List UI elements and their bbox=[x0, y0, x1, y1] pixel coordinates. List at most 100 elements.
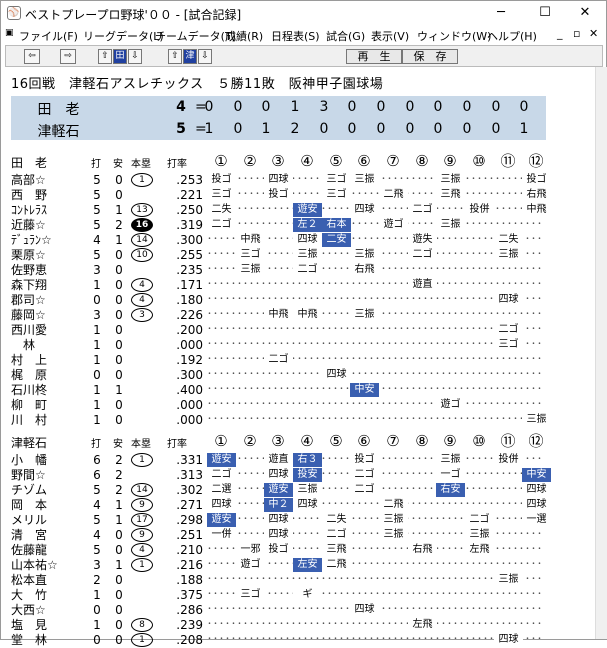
player-name[interactable]: 梶 原 bbox=[11, 368, 81, 383]
menu-team[interactable]: チームデータ(T) bbox=[155, 28, 236, 44]
scroll-up-home-button[interactable]: ⇧ bbox=[168, 49, 182, 64]
player-row[interactable]: 藤岡☆303.226･･････････････････････････････… bbox=[11, 308, 551, 323]
player-row[interactable]: ｺﾝﾄﾚﾗｽ5113.250･･････････････････････････… bbox=[11, 203, 551, 218]
mdi-minimize-button[interactable]: _ bbox=[557, 27, 563, 40]
player-row[interactable]: 岡 本 4 1 9 .271 ･･････････････････････････････… bbox=[11, 498, 551, 513]
plate-appearance: 三振 bbox=[350, 248, 379, 262]
player-name[interactable]: 山本祐☆ bbox=[11, 558, 81, 573]
dotted-leader: ････････････････････････････････････････… bbox=[207, 324, 543, 335]
prev-game-button[interactable]: ⇦ bbox=[24, 49, 40, 64]
player-name[interactable]: 高部☆ bbox=[11, 173, 81, 188]
player-row[interactable]: 塩 見 1 0 8 .239 ･･････････････････････････････… bbox=[11, 618, 551, 633]
player-row[interactable]: 栗原☆5010.255･････････････････････････････… bbox=[11, 248, 551, 263]
inning-score: 0 bbox=[491, 121, 501, 137]
menu-stats[interactable]: 成績(R) bbox=[225, 28, 263, 44]
player-average: .192 bbox=[176, 353, 203, 367]
player-row[interactable]: メリル 5 1 17.298 ･････････････････････････････… bbox=[11, 513, 551, 528]
player-row[interactable]: 野間☆62.313･･･････････････････････････････… bbox=[11, 468, 551, 483]
maximize-button[interactable]: ☐ bbox=[525, 3, 565, 23]
player-row[interactable]: 高部☆501.253･･････････････････････････････… bbox=[11, 173, 551, 188]
player-name[interactable]: 川 村 bbox=[11, 413, 81, 428]
player-name[interactable]: 小 幡 bbox=[11, 453, 81, 468]
player-at-bats: 6 bbox=[93, 468, 101, 482]
player-home-runs bbox=[131, 588, 153, 602]
player-name[interactable]: メリル bbox=[11, 513, 81, 528]
player-name[interactable]: 大西☆ bbox=[11, 603, 81, 618]
player-name[interactable]: 堂 林 bbox=[11, 633, 81, 648]
player-name[interactable]: 清 宮 bbox=[11, 528, 81, 543]
player-row[interactable]: 松本直 2 0 .188 ･･･････････････････････････････… bbox=[11, 573, 551, 588]
player-name[interactable]: 佐野恵 bbox=[11, 263, 81, 278]
player-home-runs: 9 bbox=[131, 498, 153, 512]
player-row[interactable]: 村 上 1 0 .192 ･･･････････････････････････････… bbox=[11, 353, 551, 368]
player-row[interactable]: 小 幡621.331･･････････････････････････････… bbox=[11, 453, 551, 468]
player-row[interactable]: 大西☆00.286･･･････････････････････････････… bbox=[11, 603, 551, 618]
player-name[interactable]: ｺﾝﾄﾚﾗｽ bbox=[11, 203, 81, 218]
team-away-button[interactable]: 田 bbox=[113, 49, 127, 64]
player-name[interactable]: 岡 本 bbox=[11, 498, 81, 513]
player-row[interactable]: 西 野 5 0 .221 ･･･････････････････････････････… bbox=[11, 188, 551, 203]
player-row[interactable]: 山本祐☆ 3 1 1.216 ･････････････････････････････… bbox=[11, 558, 551, 573]
player-row[interactable]: ﾃﾞｭﾗﾝ☆ 4 1 14.300 ･･････････････････････････… bbox=[11, 233, 551, 248]
player-row[interactable]: 大 竹 1 0.375 ･･･････････････････････････････… bbox=[11, 588, 551, 603]
player-row[interactable]: 佐野恵30.235･･･････････････････････････････… bbox=[11, 263, 551, 278]
player-name[interactable]: 近藤☆ bbox=[11, 218, 81, 233]
player-row[interactable]: 堂 林 0 0 1.208 ･･････････････････････････････… bbox=[11, 633, 551, 648]
close-button[interactable]: ✕ bbox=[565, 3, 605, 23]
menu-schedule[interactable]: 日程表(S) bbox=[271, 28, 320, 44]
player-name[interactable]: 藤岡☆ bbox=[11, 308, 81, 323]
player-row[interactable]: 柳 町 1 0 .000 ･･･････････････････････････････… bbox=[11, 398, 551, 413]
plate-appearance: 三振 bbox=[436, 218, 465, 232]
team-name-header: 津軽石 bbox=[11, 436, 48, 450]
player-name[interactable]: 林 bbox=[11, 338, 81, 353]
player-name[interactable]: 栗原☆ bbox=[11, 248, 81, 263]
menu-view[interactable]: 表示(V) bbox=[371, 28, 409, 44]
player-row[interactable]: チゾム5214.302･････････････････････････････… bbox=[11, 483, 551, 498]
minimize-button[interactable]: ─ bbox=[481, 3, 521, 23]
menu-game[interactable]: 試合(G) bbox=[326, 28, 365, 44]
player-row[interactable]: 梶 原 0 0 .300 ･･･････････････････････････････… bbox=[11, 368, 551, 383]
replay-button[interactable]: 再 生 bbox=[346, 49, 402, 64]
player-name[interactable]: 村 上 bbox=[11, 353, 81, 368]
player-name[interactable]: 西 野 bbox=[11, 188, 81, 203]
player-name[interactable]: 塩 見 bbox=[11, 618, 81, 633]
menu-league[interactable]: リーグデータ(L) bbox=[83, 28, 164, 44]
mdi-close-button[interactable]: ✕ bbox=[589, 27, 598, 40]
player-row[interactable]: 森下翔 1 0 4 .171 ･･････････････････････････････… bbox=[11, 278, 551, 293]
player-name[interactable]: 柳 町 bbox=[11, 398, 81, 413]
player-hits: 2 bbox=[115, 218, 123, 232]
doc-icon[interactable]: ▣ bbox=[5, 28, 14, 38]
player-name[interactable]: 森下翔 bbox=[11, 278, 81, 293]
player-row[interactable]: 川 村 1 0 .000 ･･･････････････････････････････… bbox=[11, 413, 551, 428]
team-home-button[interactable]: 津 bbox=[183, 49, 197, 64]
mdi-restore-button[interactable]: ▫ bbox=[573, 27, 580, 40]
scroll-up-away-button[interactable]: ⇧ bbox=[98, 49, 112, 64]
save-button[interactable]: 保 存 bbox=[402, 49, 458, 64]
inning-header: ⑥ bbox=[357, 432, 371, 450]
player-row[interactable]: 清 宮 4 0 9.251 ･･････････････････････････････… bbox=[11, 528, 551, 543]
player-name[interactable]: 佐藤龍 bbox=[11, 543, 81, 558]
player-name[interactable]: 石川柊 bbox=[11, 383, 81, 398]
player-name[interactable]: ﾃﾞｭﾗﾝ☆ bbox=[11, 233, 81, 248]
menu-window[interactable]: ウィンドウ(W) bbox=[417, 28, 491, 44]
inning-score: 0 bbox=[261, 99, 271, 115]
player-name[interactable]: 西川愛 bbox=[11, 323, 81, 338]
scroll-down-home-button[interactable]: ⇩ bbox=[198, 49, 212, 64]
player-row[interactable]: 郡司☆ 0 0 4.180 ･･････････････････････････････… bbox=[11, 293, 551, 308]
menu-file[interactable]: ファイル(F) bbox=[19, 28, 78, 44]
player-name[interactable]: 松本直 bbox=[11, 573, 81, 588]
player-name[interactable]: チゾム bbox=[11, 483, 81, 498]
player-row[interactable]: 林 1 0 .000 ･････････････････････････････････… bbox=[11, 338, 551, 353]
player-home-runs: 8 bbox=[131, 618, 153, 632]
scroll-down-away-button[interactable]: ⇩ bbox=[128, 49, 142, 64]
player-name[interactable]: 野間☆ bbox=[11, 468, 81, 483]
player-row[interactable]: 西川愛 1 0 .200 ･･･････････････････････････････… bbox=[11, 323, 551, 338]
menu-help[interactable]: ヘルプ(H) bbox=[487, 28, 537, 44]
player-name[interactable]: 大 竹 bbox=[11, 588, 81, 603]
player-row[interactable]: 佐藤龍 5 0 4.210 ･･････････････････････････････… bbox=[11, 543, 551, 558]
next-game-button[interactable]: ⇨ bbox=[60, 49, 76, 64]
player-name[interactable]: 郡司☆ bbox=[11, 293, 81, 308]
vertical-scrollbar[interactable] bbox=[595, 67, 607, 639]
player-row[interactable]: 近藤☆ 5 2 16 .319 ･････････････････････････････… bbox=[11, 218, 551, 233]
player-row[interactable]: 石川柊11.400･･･････････････････････････････… bbox=[11, 383, 551, 398]
